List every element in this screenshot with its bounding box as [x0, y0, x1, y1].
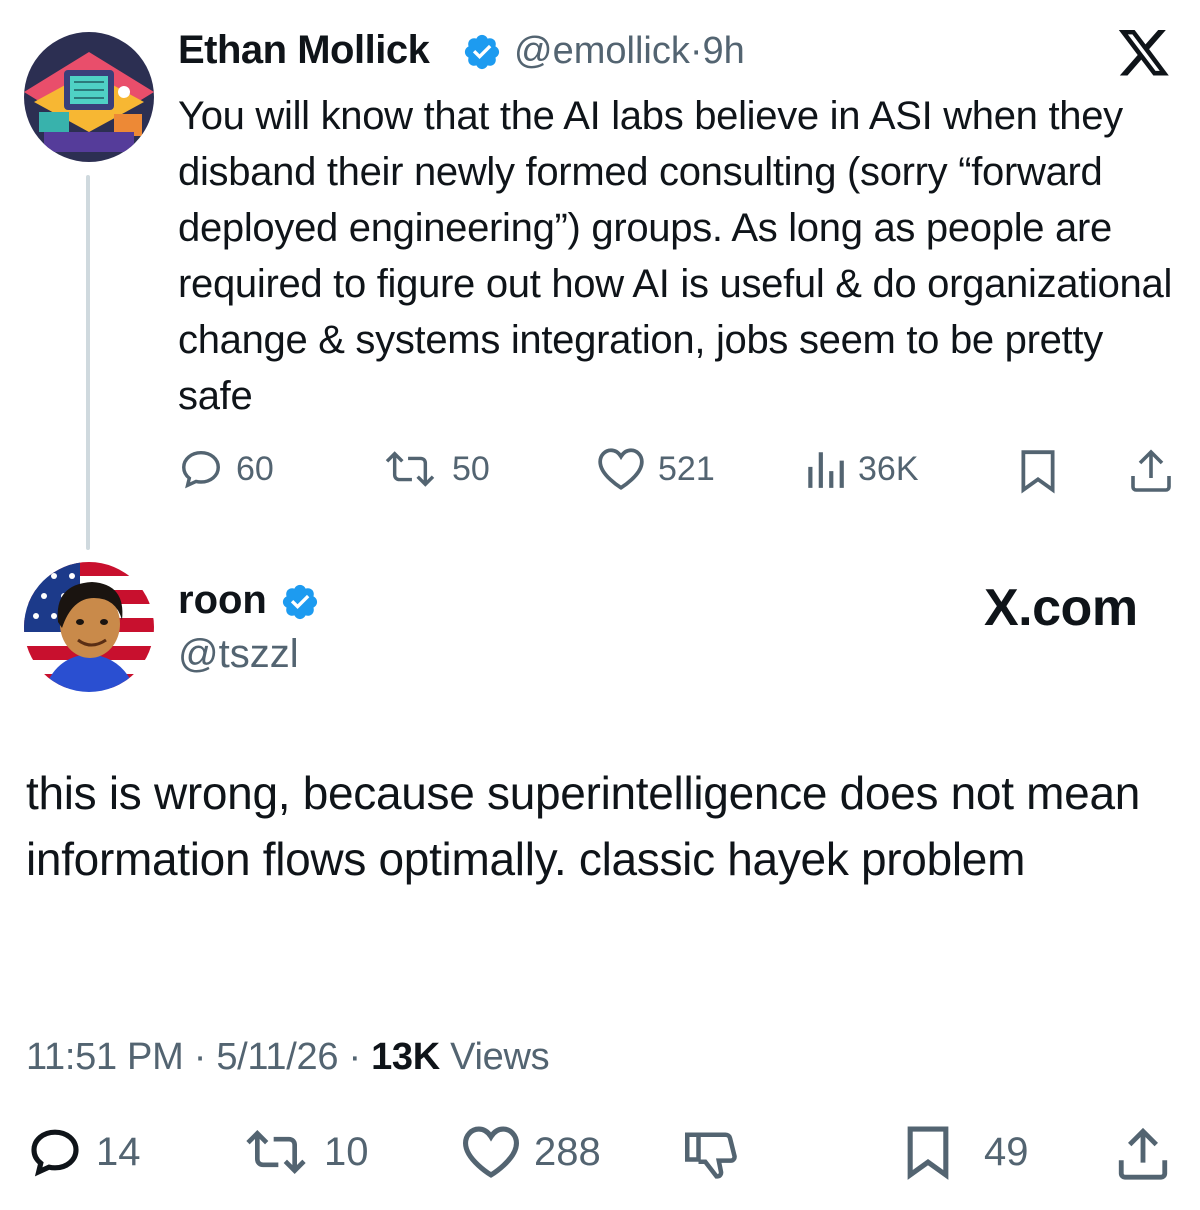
views-icon — [808, 452, 844, 488]
reply-button[interactable]: 14 — [26, 1124, 141, 1180]
tweet-body: You will know that the AI labs believe i… — [178, 94, 1173, 418]
dislike-icon[interactable] — [682, 1128, 742, 1182]
share-icon[interactable] — [1116, 1124, 1170, 1182]
reply-author-handle[interactable]: @tszzl — [178, 632, 299, 677]
reply-author-name[interactable]: roon — [178, 578, 267, 623]
tweet-actions: 60 50 521 36K — [178, 440, 1178, 500]
views-button[interactable]: 36K — [804, 446, 919, 492]
like-button[interactable]: 521 — [596, 446, 715, 492]
views-count: 13K — [371, 1036, 440, 1078]
bookmark-count: 49 — [984, 1129, 1029, 1174]
retweet-button[interactable]: 50 — [380, 446, 490, 492]
retweet-count: 50 — [452, 449, 490, 488]
views-label: Views — [450, 1036, 550, 1078]
author-handle[interactable]: @emollick — [514, 30, 690, 72]
post-time[interactable]: 9h — [702, 30, 744, 72]
retweet-button[interactable]: 10 — [240, 1124, 369, 1180]
reply-count: 14 — [96, 1129, 141, 1174]
reply-button[interactable]: 60 — [178, 446, 274, 492]
retweet-icon — [385, 451, 435, 487]
like-count: 288 — [534, 1129, 601, 1174]
dot-separator: · — [689, 30, 703, 72]
share-icon[interactable] — [1128, 446, 1174, 494]
verified-badge-icon — [282, 584, 318, 620]
reply-count: 60 — [236, 449, 274, 488]
like-icon — [462, 1126, 520, 1178]
bookmark-button[interactable]: 49 — [904, 1124, 1029, 1180]
bookmark-icon[interactable] — [1018, 448, 1058, 494]
author-name[interactable]: Ethan Mollick — [178, 28, 430, 73]
verified-badge-icon — [464, 34, 500, 70]
author-handle-time[interactable]: @emollick·9h — [514, 30, 745, 73]
post-date[interactable]: 5/11/26 — [216, 1036, 338, 1078]
reply-icon — [31, 1129, 79, 1177]
retweet-icon — [246, 1130, 306, 1174]
brand-watermark: X.com — [984, 579, 1138, 637]
like-count: 521 — [658, 449, 715, 488]
dot-separator: · — [193, 1036, 207, 1078]
ethan-avatar[interactable] — [24, 32, 154, 162]
reply-actions: 14 10 288 49 — [26, 1118, 1176, 1188]
like-button[interactable]: 288 — [460, 1124, 601, 1180]
thread-connector-line — [86, 175, 90, 550]
post-meta: 11:51 PM · 5/11/26 · 13K Views — [26, 1036, 550, 1079]
post-time[interactable]: 11:51 PM — [26, 1036, 184, 1078]
roon-avatar[interactable] — [24, 562, 154, 692]
x-logo-icon — [1118, 30, 1169, 76]
reply-icon — [182, 450, 220, 489]
retweet-count: 10 — [324, 1129, 369, 1174]
reply-body: this is wrong, because superintelligence… — [26, 767, 1141, 885]
bookmark-icon — [907, 1126, 949, 1180]
dot-separator: · — [348, 1036, 361, 1078]
views-count: 36K — [858, 449, 919, 488]
like-icon — [598, 448, 644, 490]
